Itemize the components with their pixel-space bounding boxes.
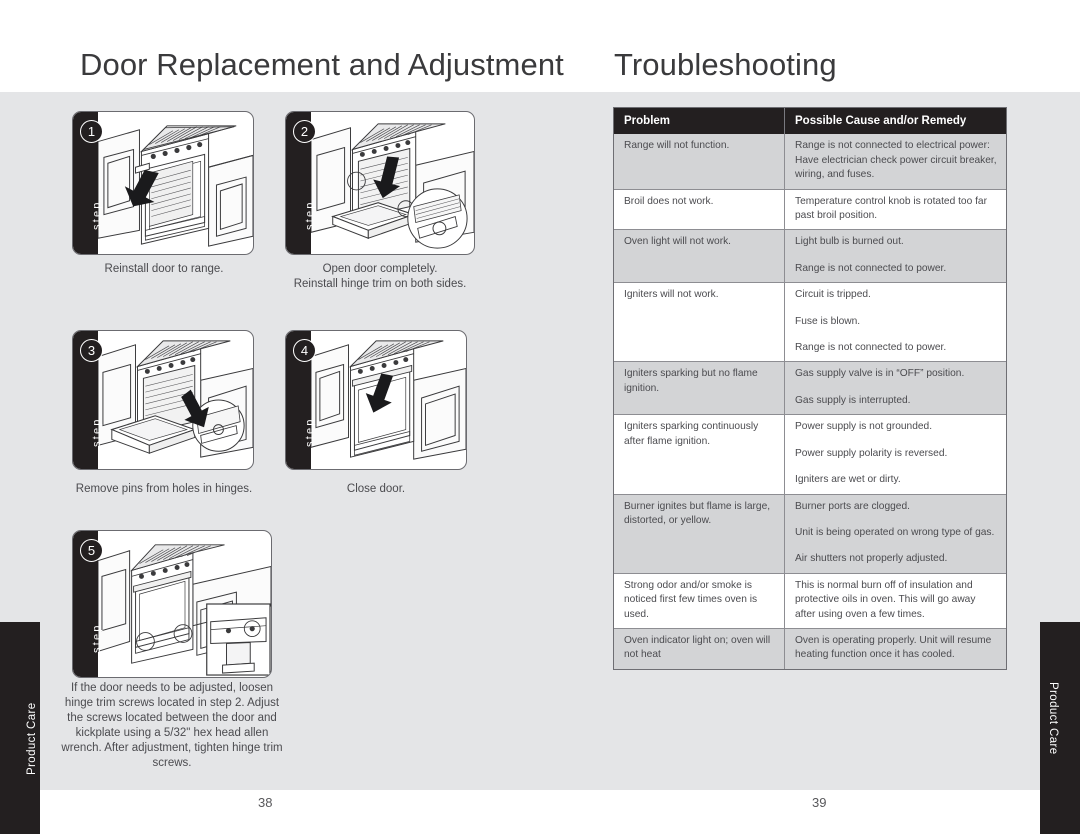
- table-row: Broil does not work. Temperature control …: [614, 189, 1006, 231]
- cell-problem: Igniters sparking continuously after fla…: [614, 414, 785, 495]
- step-caption-2: Open door completely. Reinstall hinge tr…: [293, 263, 467, 290]
- manual-page-spread: Door Replacement and Adjustment Troubles…: [0, 0, 1080, 834]
- cell-remedy: Gas supply valve is in “OFF” position. Ga…: [784, 361, 1006, 416]
- thumb-tab-label-left: Product Care: [26, 702, 38, 775]
- cell-remedy: Light bulb is burned out. Range is not co…: [784, 229, 1006, 284]
- step-word-label-1: step: [91, 200, 103, 230]
- remedy-line: Circuit is tripped.: [795, 289, 871, 301]
- page-number-left: 38: [258, 795, 273, 810]
- cell-problem: Burner ignites but flame is large, disto…: [614, 494, 785, 574]
- cell-remedy: Power supply is not grounded. Power suppl…: [784, 414, 1006, 495]
- thumb-tab-right: [1040, 622, 1080, 834]
- remedy-line: Range is not connected to power.: [795, 262, 947, 274]
- cell-remedy: Temperature control knob is rotated too …: [784, 189, 1006, 231]
- remedy-line: Power supply is not grounded.: [795, 421, 933, 433]
- step-number-badge-1: 1: [80, 120, 103, 143]
- step-figure-2: 2 step: [285, 111, 475, 255]
- cell-remedy: This is normal burn off of insulation an…: [784, 573, 1006, 629]
- range-door-adjustment-illustration: [98, 531, 271, 677]
- step-word-label-4: step: [304, 417, 316, 447]
- step-word-label-5: step: [91, 623, 103, 653]
- cell-problem: Oven light will not work.: [614, 229, 785, 284]
- step-figure-5: 5 step: [72, 530, 272, 678]
- cell-problem: Strong odor and/or smoke is noticed firs…: [614, 573, 785, 629]
- remedy-line: Power supply polarity is reversed.: [795, 447, 948, 459]
- table-row: Oven light will not work. Light bulb is b…: [614, 229, 1006, 284]
- remedy-line: Light bulb is burned out.: [795, 236, 904, 248]
- remedy-line: Gas supply is interrupted.: [795, 394, 911, 406]
- table-row: Igniters sparking but no flame ignition.…: [614, 361, 1006, 416]
- range-door-reinstall-illustration: [98, 112, 253, 254]
- step-figure-3: 3 step: [72, 330, 254, 470]
- range-door-close-illustration: [311, 331, 466, 469]
- cell-remedy: Oven is operating properly. Unit will re…: [784, 628, 1006, 669]
- step-caption-1: Reinstall door to range.: [104, 263, 224, 275]
- cell-remedy: Range is not connected to electrical pow…: [784, 134, 1006, 190]
- remedy-line: Oven is operating properly. Unit will re…: [795, 634, 992, 661]
- cell-remedy: Burner ports are clogged. Unit is being o…: [784, 494, 1006, 574]
- remedy-line: Fuse is blown.: [795, 315, 861, 327]
- step-caption-3: Remove pins from holes in hinges.: [75, 483, 253, 495]
- cell-problem: Range will not function.: [614, 134, 785, 190]
- step-number-badge-3: 3: [80, 339, 103, 362]
- cell-problem: Igniters will not work.: [614, 282, 785, 363]
- cell-problem: Igniters sparking but no flame ignition.: [614, 361, 785, 416]
- table-row: Strong odor and/or smoke is noticed firs…: [614, 573, 1006, 629]
- step-figure-4: 4 step: [285, 330, 467, 470]
- troubleshooting-table: Problem Possible Cause and/or Remedy Ran…: [613, 107, 1007, 670]
- table-header-row: Problem Possible Cause and/or Remedy: [614, 108, 1006, 135]
- step-number-badge-4: 4: [293, 339, 316, 362]
- page-title-right: Troubleshooting: [614, 47, 837, 82]
- page-title-left: Door Replacement and Adjustment: [80, 47, 564, 82]
- range-door-open-hinge-trim-illustration: [311, 112, 474, 254]
- thumb-tab-label-right: Product Care: [1047, 682, 1059, 755]
- remedy-line: Range is not connected to electrical pow…: [795, 140, 997, 181]
- remedy-line: Temperature control knob is rotated too …: [795, 195, 987, 222]
- column-header-problem: Problem: [614, 108, 785, 135]
- step-caption-5: If the door needs to be adjusted, loosen…: [61, 682, 283, 769]
- cell-problem: Broil does not work.: [614, 189, 785, 231]
- step-word-label-3: step: [91, 417, 103, 447]
- remedy-line: This is normal burn off of insulation an…: [795, 579, 976, 620]
- table-row: Oven indicator light on; oven will not h…: [614, 628, 1006, 669]
- table-row: Igniters sparking continuously after fla…: [614, 414, 1006, 495]
- step-word-label-2: step: [304, 200, 316, 230]
- remedy-line: Range is not connected to power.: [795, 342, 947, 354]
- cell-problem: Oven indicator light on; oven will not h…: [614, 628, 785, 669]
- remedy-line: Burner ports are clogged.: [795, 500, 910, 512]
- range-hinge-pins-illustration: [98, 331, 253, 469]
- cell-remedy: Circuit is tripped. Fuse is blown. Range i…: [784, 282, 1006, 363]
- step-caption-4: Close door.: [346, 483, 406, 495]
- table-row: Burner ignites but flame is large, disto…: [614, 494, 1006, 574]
- remedy-line: Unit is being operated on wrong type of …: [795, 526, 995, 538]
- step-figure-1: 1 step: [72, 111, 254, 255]
- table-row: Igniters will not work. Circuit is trippe…: [614, 282, 1006, 363]
- step-number-badge-2: 2: [293, 120, 316, 143]
- footer-white-band: [0, 790, 1080, 834]
- remedy-line: Gas supply valve is in “OFF” position.: [795, 368, 965, 380]
- remedy-line: Igniters are wet or dirty.: [795, 474, 901, 486]
- remedy-line: Air shutters not properly adjusted.: [795, 553, 948, 565]
- column-header-remedy: Possible Cause and/or Remedy: [784, 108, 1006, 135]
- step-number-badge-5: 5: [80, 539, 103, 562]
- page-number-right: 39: [812, 795, 827, 810]
- table-row: Range will not function. Range is not con…: [614, 134, 1006, 190]
